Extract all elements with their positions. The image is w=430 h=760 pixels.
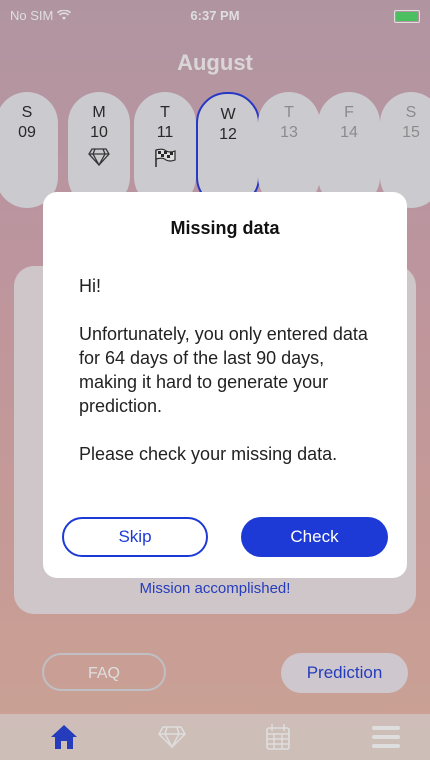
dialog-prompt: Please check your missing data. — [79, 444, 338, 464]
dialog-body: Hi! Unfortunately, you only entered data… — [79, 274, 379, 490]
dialog-title: Missing data — [170, 218, 280, 238]
app-screen: No SIM 6:37 PM August S 09 M 10 T 11 W 1… — [0, 0, 430, 760]
missing-data-dialog: Missing data Hi! Unfortunately, you only… — [43, 192, 407, 578]
dialog-greeting: Hi! — [79, 276, 101, 296]
check-button[interactable]: Check — [241, 517, 388, 557]
skip-button[interactable]: Skip — [62, 517, 208, 557]
dialog-message: Unfortunately, you only entered data for… — [79, 324, 368, 416]
